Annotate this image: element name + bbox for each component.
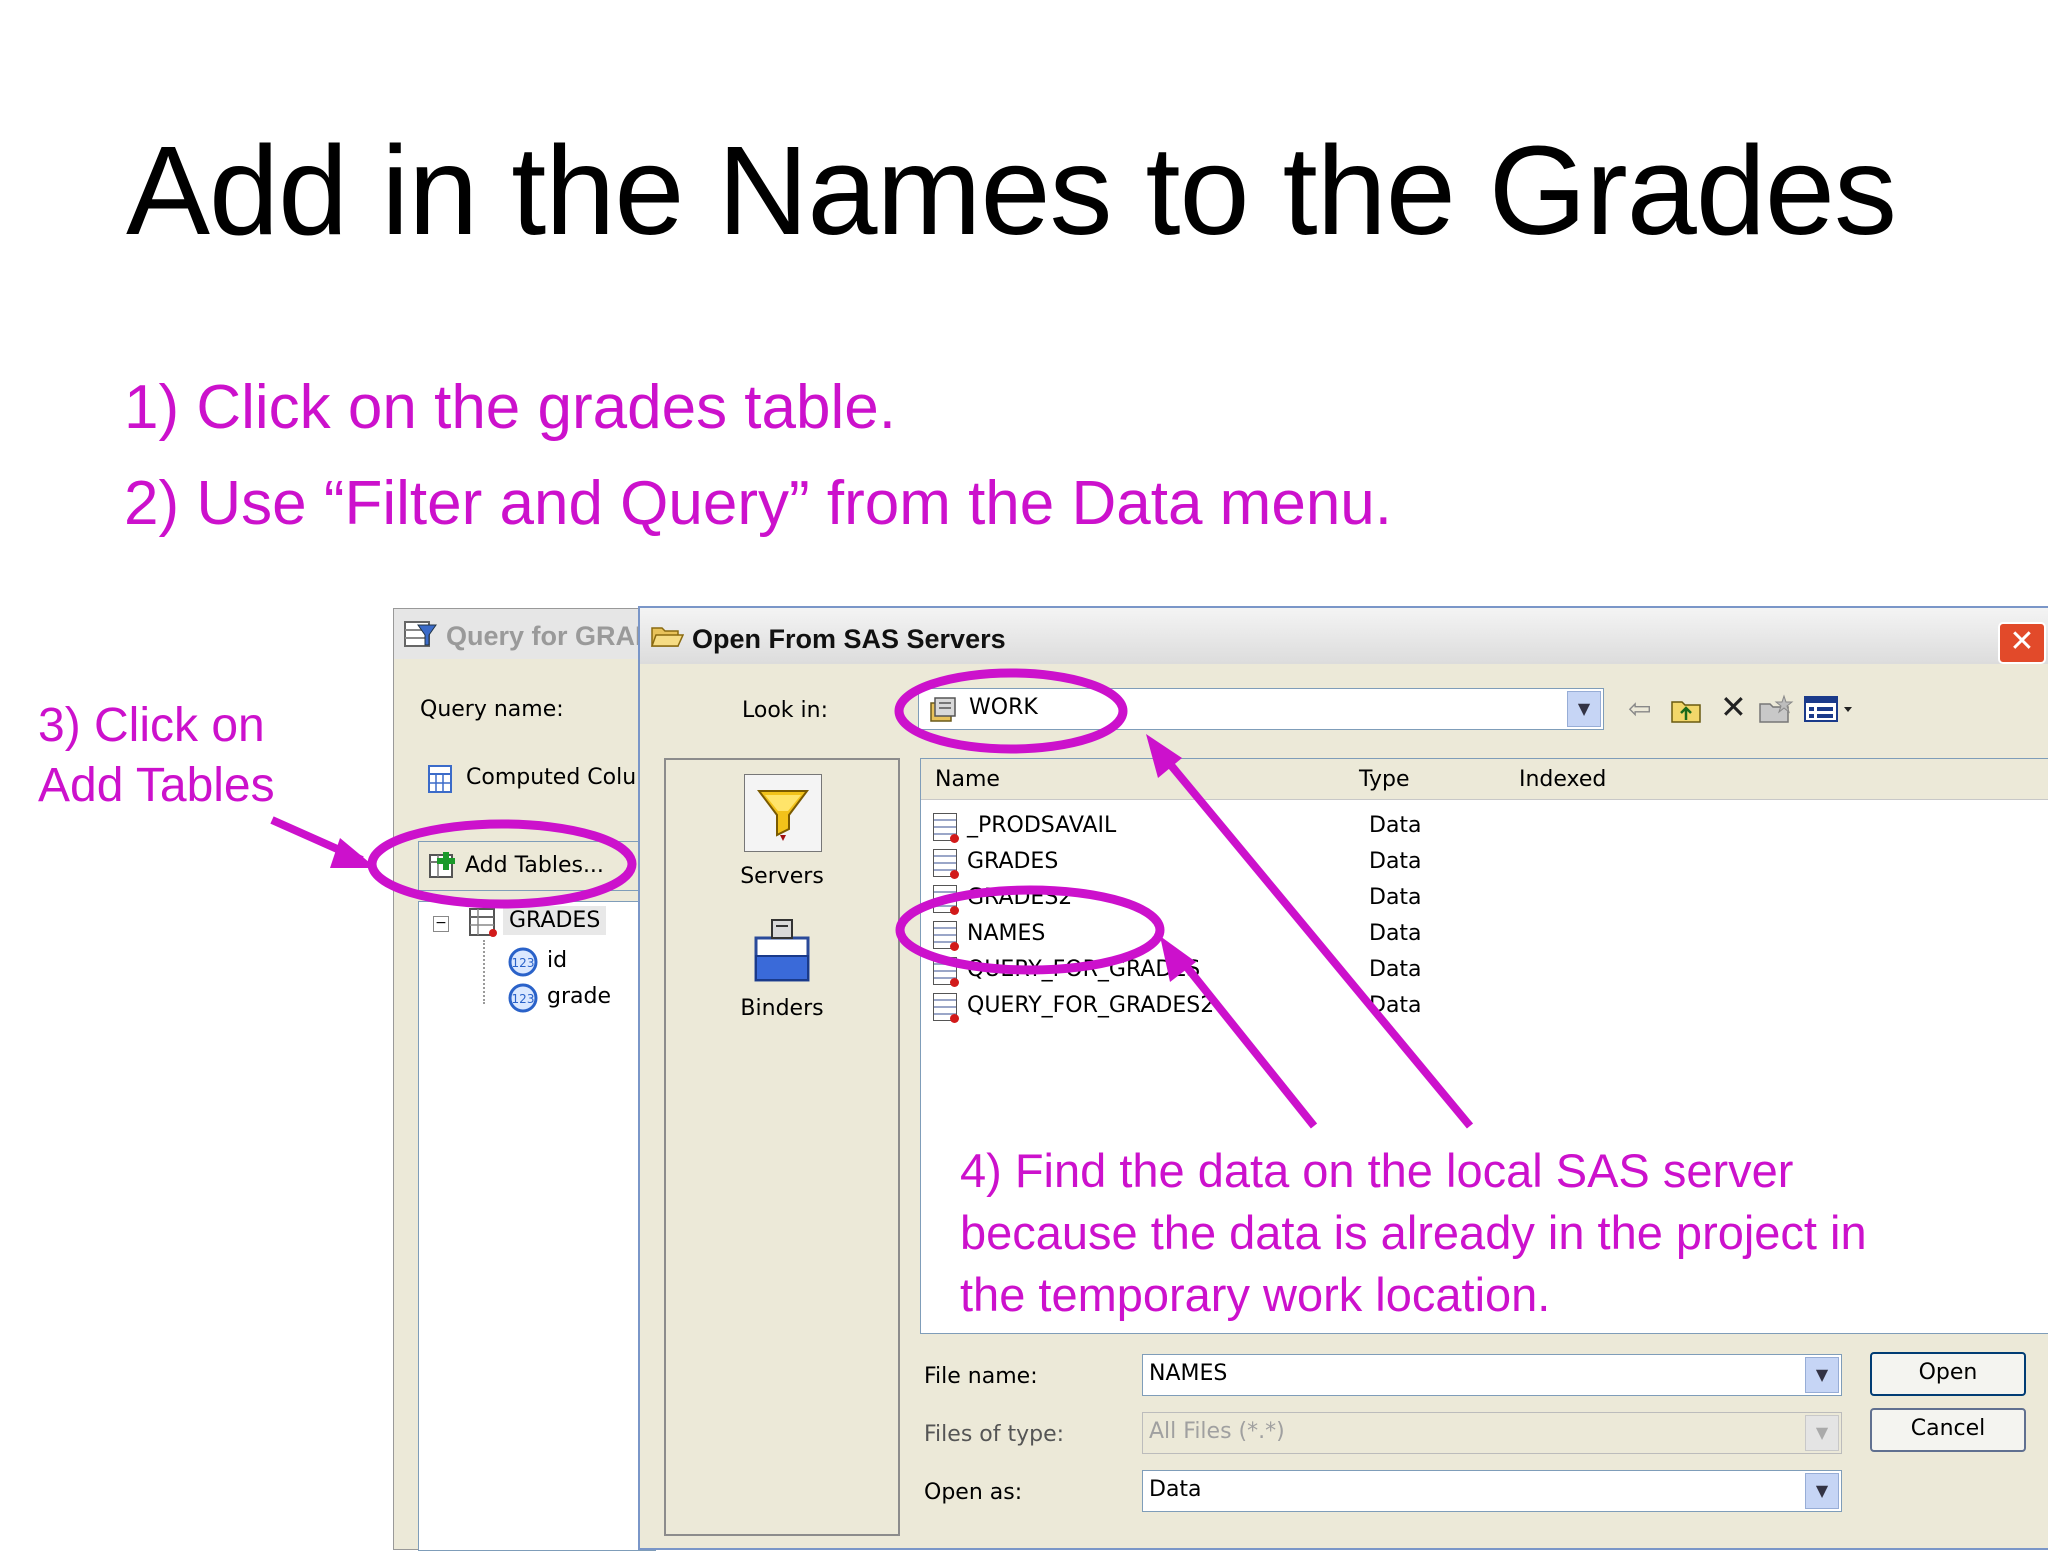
names-arrow-shaft bbox=[1174, 953, 1318, 1129]
names-highlight-ellipse bbox=[895, 885, 1165, 975]
step-4-note: 4) Find the data on the local SAS server… bbox=[960, 1140, 1867, 1326]
work-highlight-ellipse bbox=[894, 668, 1128, 754]
add-tables-highlight-ellipse bbox=[367, 819, 637, 909]
add-tables-arrow-head bbox=[330, 838, 376, 868]
work-arrow-shaft bbox=[1156, 749, 1474, 1129]
step-4-note-line1: 4) Find the data on the local SAS server bbox=[960, 1144, 1794, 1197]
step-4-note-line2: because the data is already in the proje… bbox=[960, 1206, 1867, 1259]
step-4-note-line3: the temporary work location. bbox=[960, 1268, 1551, 1321]
